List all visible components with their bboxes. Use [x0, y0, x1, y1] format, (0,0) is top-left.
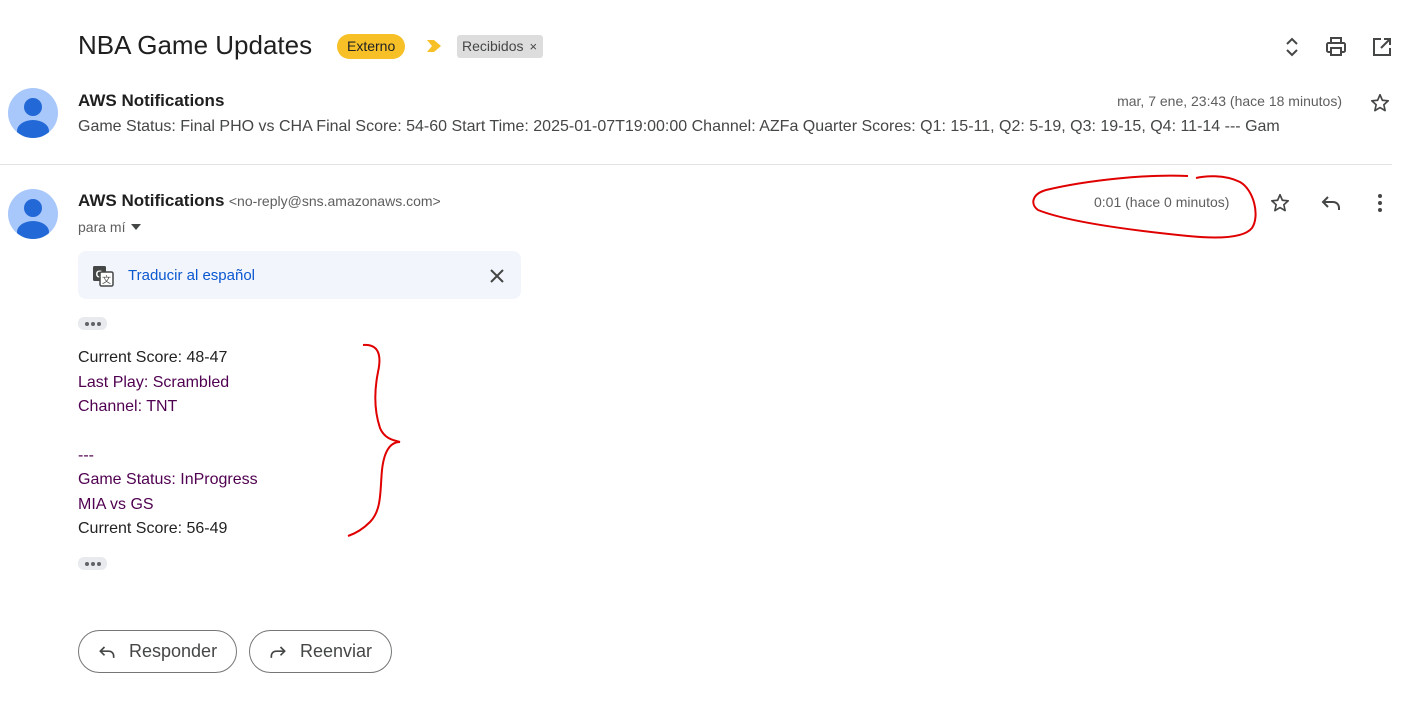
reply-icon: [99, 645, 115, 658]
body-line: Game Status: InProgress: [78, 471, 258, 488]
sender-email-2: <no-reply@sns.amazonaws.com>: [228, 193, 441, 209]
close-icon[interactable]: [488, 267, 506, 285]
forward-button-label: Reenviar: [300, 641, 373, 661]
sender-avatar-2[interactable]: [8, 189, 58, 239]
show-trimmed-content-button[interactable]: [78, 317, 107, 330]
svg-text:文: 文: [102, 274, 111, 285]
chevron-down-icon: [131, 224, 142, 230]
message-divider: [0, 164, 1392, 165]
sender-name-1[interactable]: AWS Notifications: [78, 91, 224, 111]
avatar-icon: [17, 98, 49, 138]
sender-name-2[interactable]: AWS Notifications: [78, 191, 224, 210]
body-line: Current Score: 56-49: [78, 520, 228, 537]
open-in-new-window-icon[interactable]: [1370, 35, 1394, 59]
body-line: MIA vs GS: [78, 496, 154, 513]
externo-badge: Externo: [337, 34, 406, 59]
reply-button[interactable]: Responder: [78, 630, 238, 673]
remove-label-button[interactable]: ×: [529, 35, 537, 58]
sender-avatar-1[interactable]: [8, 88, 58, 138]
star-icon[interactable]: [1269, 192, 1291, 214]
translate-link[interactable]: Traducir al español: [128, 267, 255, 284]
expand-collapse-icon[interactable]: [1280, 35, 1304, 59]
body-line: ---: [78, 447, 94, 464]
reply-icon[interactable]: [1319, 191, 1343, 215]
recipient-details-toggle[interactable]: para mí: [78, 219, 142, 235]
star-icon[interactable]: [1369, 92, 1391, 114]
label-arrow-icon: [426, 39, 442, 53]
sender-line-2: AWS Notifications <no-reply@sns.amazonaw…: [78, 191, 441, 211]
reply-button-label: Responder: [129, 641, 218, 661]
forward-icon: [270, 645, 286, 658]
red-circle-annotation: [1032, 174, 1257, 239]
show-trimmed-content-button[interactable]: [78, 557, 107, 570]
body-line: Last Play: Scrambled: [78, 374, 230, 391]
email-subject: NBA Game Updates: [78, 30, 313, 60]
message-snippet-1[interactable]: Game Status: Final PHO vs CHA Final Scor…: [78, 118, 1308, 136]
body-line: Channel: TNT: [78, 398, 178, 415]
more-vert-icon[interactable]: [1369, 191, 1391, 215]
avatar-icon: [17, 199, 49, 239]
body-line: Current Score: 48-47: [78, 349, 228, 366]
red-brace-annotation: [347, 343, 401, 537]
label-chip-recibidos[interactable]: Recibidos ×: [457, 35, 544, 58]
label-chip-text: Recibidos: [462, 38, 524, 54]
translate-icon: G 文: [92, 265, 114, 287]
translate-bar: G 文 Traducir al español: [78, 251, 521, 299]
print-icon[interactable]: [1324, 35, 1348, 59]
forward-button[interactable]: Reenviar: [249, 630, 393, 673]
recipient-label: para mí: [78, 219, 126, 235]
message-date-1: mar, 7 ene, 23:43 (hace 18 minutos): [1117, 93, 1342, 109]
